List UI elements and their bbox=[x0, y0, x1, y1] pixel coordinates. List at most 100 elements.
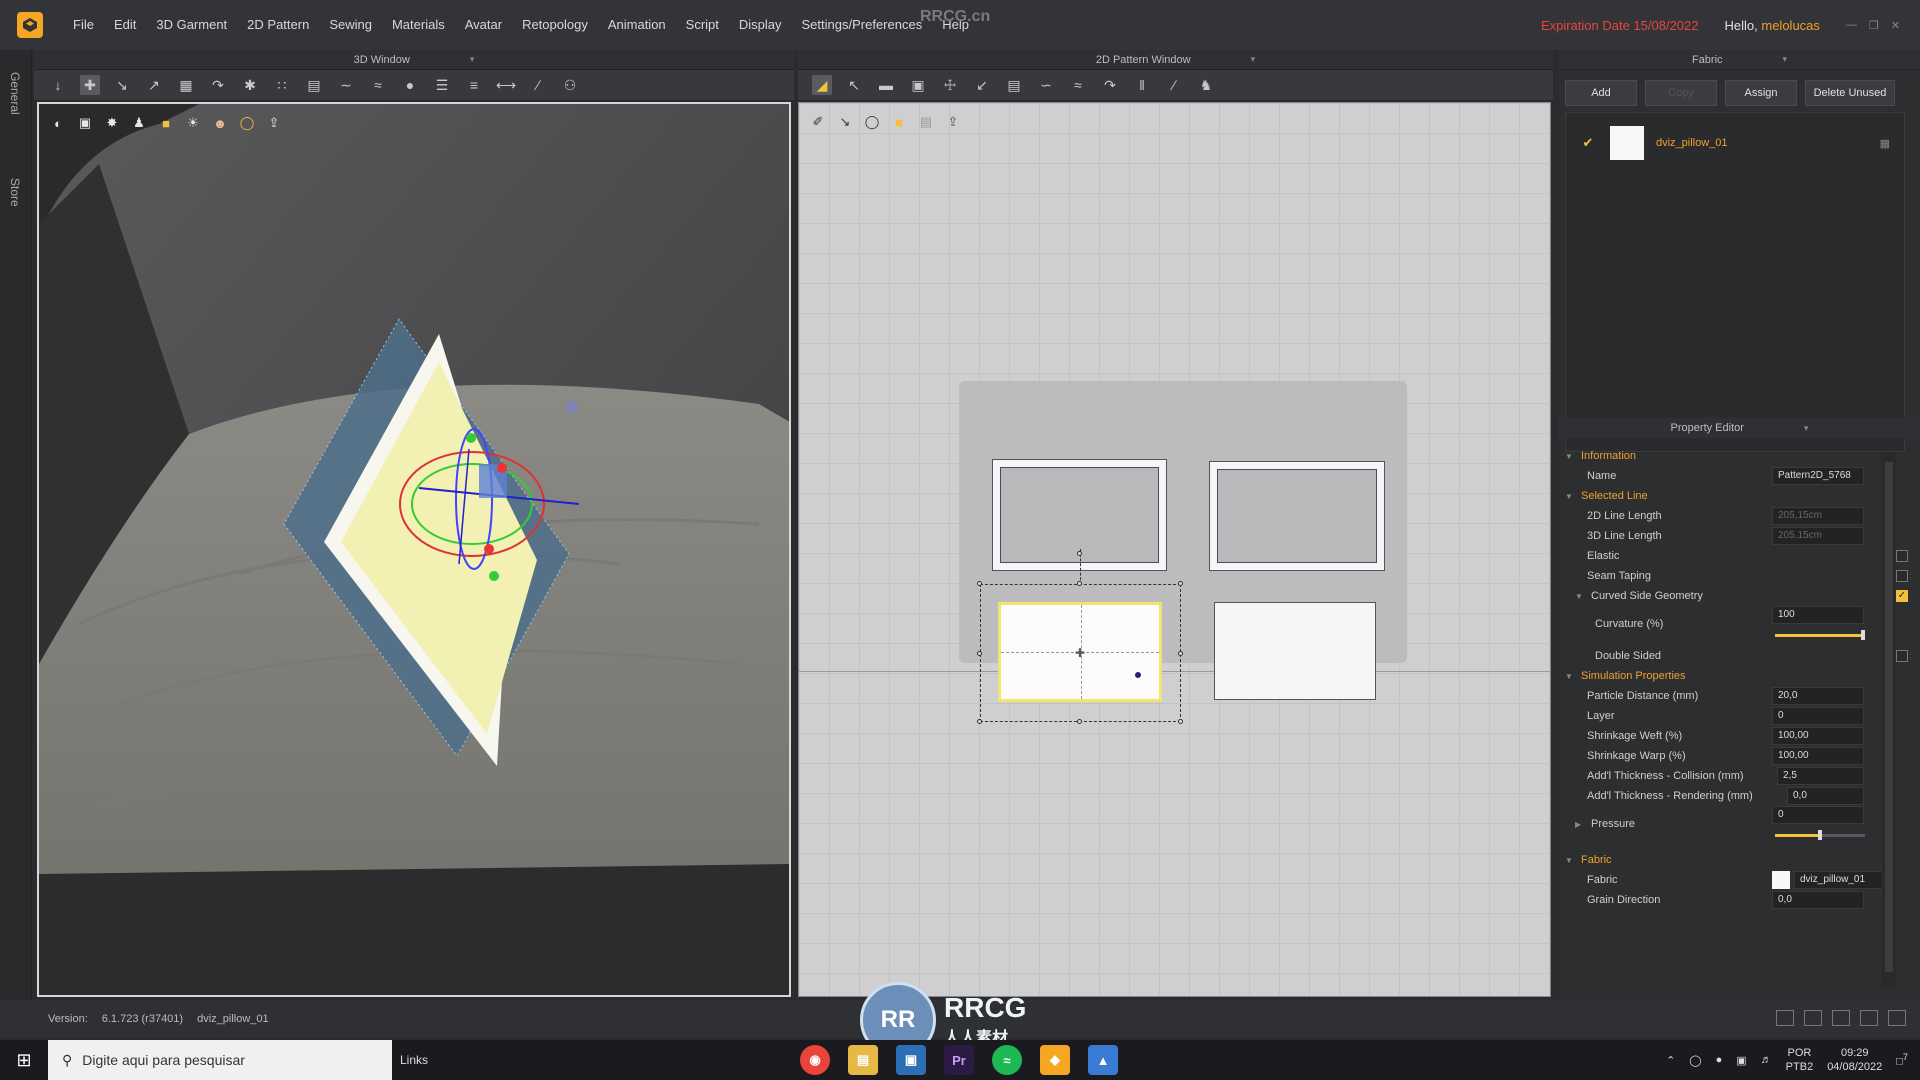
fabric-list-item[interactable]: ✔ dviz_pillow_01 ▦ bbox=[1566, 123, 1904, 163]
menu-materials[interactable]: Materials bbox=[382, 0, 455, 50]
chevron-down-icon[interactable]: ▾ bbox=[1251, 54, 1256, 65]
pattern-mode-icon[interactable]: ◯ bbox=[863, 113, 881, 131]
lighting-icon[interactable]: ☀ bbox=[184, 114, 202, 132]
pin-2d-icon[interactable]: ↷ bbox=[1100, 75, 1120, 95]
tape-icon[interactable]: ∼ bbox=[336, 75, 356, 95]
microphone-icon[interactable]: ● bbox=[1716, 1054, 1723, 1066]
delete-unused-button[interactable]: Delete Unused bbox=[1805, 80, 1895, 106]
menu-settings[interactable]: Settings/Preferences bbox=[792, 0, 933, 50]
viewport-2d[interactable]: ✐ ↘ ◯ ■ ▤ ⇪ ✚ bbox=[798, 102, 1551, 997]
camera-icon[interactable]: ◯ bbox=[1689, 1054, 1701, 1067]
taskbar-search[interactable]: ⚲ Digite aqui para pesquisar bbox=[48, 1040, 392, 1080]
edit-pattern-icon[interactable]: ↖ bbox=[844, 75, 864, 95]
scale-handle-tr[interactable] bbox=[1178, 581, 1183, 586]
select-mesh-icon[interactable]: ↘ bbox=[112, 75, 132, 95]
ruler-icon[interactable]: ↘ bbox=[836, 113, 854, 131]
scale-handle-b[interactable] bbox=[1077, 719, 1082, 724]
gizmo-red-handle-2[interactable] bbox=[484, 544, 494, 554]
color-icon[interactable]: ■ bbox=[890, 113, 908, 131]
pattern-piece-4[interactable] bbox=[1214, 602, 1376, 700]
pressure-slider[interactable] bbox=[1775, 830, 1865, 840]
gizmo-green-handle[interactable] bbox=[466, 433, 476, 443]
taskbar-links[interactable]: Links bbox=[400, 1053, 428, 1067]
menu-3d-garment[interactable]: 3D Garment bbox=[146, 0, 237, 50]
scrollbar-thumb[interactable] bbox=[1885, 462, 1893, 972]
scale-handle-bl[interactable] bbox=[977, 719, 982, 724]
chevron-up-icon[interactable]: ⌃ bbox=[1666, 1054, 1675, 1067]
photos-icon[interactable]: ▲ bbox=[1088, 1045, 1118, 1075]
fabric-select[interactable]: dviz_pillow_01▾ bbox=[1794, 871, 1894, 889]
chevron-down-icon[interactable]: ▾ bbox=[1783, 54, 1788, 65]
scale-handle-l[interactable] bbox=[977, 651, 982, 656]
line-icon[interactable]: ∕ bbox=[528, 75, 548, 95]
seam-taping-checkbox[interactable] bbox=[1896, 570, 1908, 582]
app-icon[interactable]: ▣ bbox=[896, 1045, 926, 1075]
premiere-icon[interactable]: Pr bbox=[944, 1045, 974, 1075]
particle-field[interactable]: 20,0 bbox=[1772, 687, 1864, 705]
curvature-slider[interactable] bbox=[1775, 630, 1865, 640]
curvature-field[interactable]: 100 bbox=[1772, 606, 1864, 624]
export-2d-icon[interactable]: ⇪ bbox=[944, 113, 962, 131]
clo-icon[interactable]: ◆ bbox=[1040, 1045, 1070, 1075]
export-icon[interactable]: ⇪ bbox=[265, 114, 283, 132]
transform-icon[interactable]: ↗ bbox=[144, 75, 164, 95]
close-icon[interactable]: ✕ bbox=[1891, 19, 1900, 32]
gizmo-green-handle-2[interactable] bbox=[489, 571, 499, 581]
layout-split-icon[interactable] bbox=[1804, 1010, 1822, 1026]
chrome-icon[interactable]: ◉ bbox=[800, 1045, 830, 1075]
gizmo-red-handle[interactable] bbox=[497, 463, 507, 473]
curve-point-icon[interactable]: ↙ bbox=[972, 75, 992, 95]
rectangle-icon[interactable]: ▬ bbox=[876, 75, 896, 95]
scale-handle-br[interactable] bbox=[1178, 719, 1183, 724]
windows-start-icon[interactable]: ⊞ bbox=[0, 1040, 48, 1080]
avatar-icon[interactable]: ♟ bbox=[130, 114, 148, 132]
copy-fabric-button[interactable]: Copy bbox=[1645, 80, 1717, 106]
assign-fabric-button[interactable]: Assign bbox=[1725, 80, 1797, 106]
username[interactable]: melolucas bbox=[1761, 18, 1820, 33]
zipper-icon[interactable]: ☰ bbox=[432, 75, 452, 95]
layer-field[interactable]: 0 bbox=[1772, 707, 1864, 725]
transform-pattern-icon[interactable]: ◢ bbox=[812, 75, 832, 95]
measure-icon[interactable]: ▤ bbox=[304, 75, 324, 95]
menu-sewing[interactable]: Sewing bbox=[319, 0, 382, 50]
puckering-icon[interactable]: ≡ bbox=[464, 75, 484, 95]
tab-store[interactable]: Store bbox=[8, 178, 22, 207]
avatar-pose-icon[interactable]: ⚇ bbox=[560, 75, 580, 95]
menu-script[interactable]: Script bbox=[676, 0, 729, 50]
network-icon[interactable]: ▣ bbox=[1736, 1054, 1746, 1067]
scale-handle-r[interactable] bbox=[1178, 651, 1183, 656]
render-style-icon[interactable]: ◐ bbox=[49, 114, 67, 132]
pattern-point[interactable] bbox=[1135, 672, 1141, 678]
grain-field[interactable]: 0,0 bbox=[1772, 891, 1864, 909]
double-sided-checkbox[interactable] bbox=[1896, 650, 1908, 662]
add-point-icon[interactable]: ☩ bbox=[940, 75, 960, 95]
notification-icon[interactable]: □7 bbox=[1896, 1052, 1908, 1068]
pattern-piece-selected[interactable]: ✚ bbox=[998, 602, 1162, 702]
layout-grid-icon[interactable] bbox=[1860, 1010, 1878, 1026]
restore-icon[interactable]: ❐ bbox=[1869, 19, 1879, 32]
garment-icon[interactable]: ▣ bbox=[76, 114, 94, 132]
tshirt-icon[interactable]: ♞ bbox=[1196, 75, 1216, 95]
minimize-icon[interactable]: — bbox=[1846, 19, 1857, 32]
segment-sewing-icon[interactable]: ▤ bbox=[1004, 75, 1024, 95]
curved-side-checkbox[interactable]: ✓ bbox=[1896, 590, 1908, 602]
name-field[interactable]: Pattern2D_5768 bbox=[1772, 467, 1864, 485]
snap-icon[interactable]: ▤ bbox=[917, 113, 935, 131]
layout-reset-icon[interactable] bbox=[1888, 1010, 1906, 1026]
property-scrollbar[interactable] bbox=[1882, 452, 1896, 988]
expand-triangle-icon[interactable]: ▼ bbox=[1575, 592, 1583, 601]
internal-rect-icon[interactable]: ▣ bbox=[908, 75, 928, 95]
menu-edit[interactable]: Edit bbox=[104, 0, 146, 50]
menu-animation[interactable]: Animation bbox=[598, 0, 676, 50]
tack-icon[interactable]: ∷ bbox=[272, 75, 292, 95]
pin-icon[interactable]: ✱ bbox=[240, 75, 260, 95]
fabric-options-icon[interactable]: ▦ bbox=[1880, 137, 1890, 150]
grain-icon[interactable]: ‖ bbox=[1132, 75, 1152, 95]
brush-icon[interactable]: ✐ bbox=[809, 113, 827, 131]
pattern-piece-2[interactable] bbox=[1209, 461, 1385, 571]
scale-handle-tl[interactable] bbox=[977, 581, 982, 586]
trace-icon[interactable]: ∕ bbox=[1164, 75, 1184, 95]
scale-handle-t[interactable] bbox=[1077, 581, 1082, 586]
spotify-icon[interactable]: ≈ bbox=[992, 1045, 1022, 1075]
strengthen-icon[interactable]: ⟷ bbox=[496, 75, 516, 95]
